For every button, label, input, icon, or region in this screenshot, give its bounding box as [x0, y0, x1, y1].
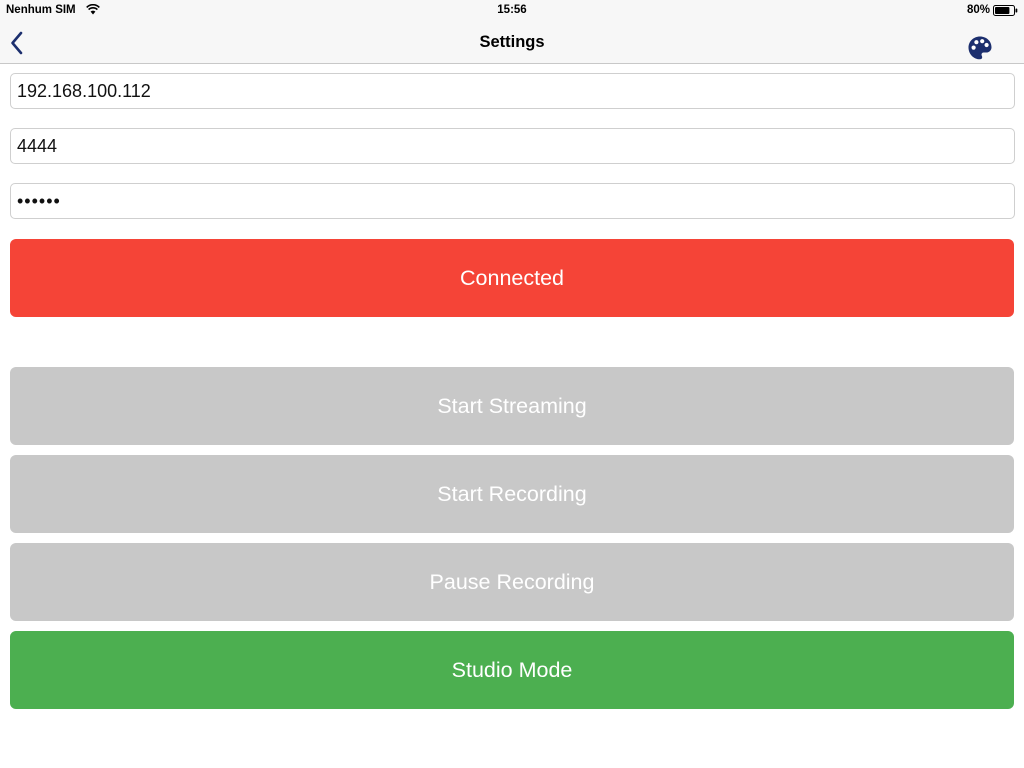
battery-icon — [993, 5, 1018, 16]
status-time: 15:56 — [497, 4, 527, 16]
status-bar: Nenhum SIM 15:56 80% — [0, 0, 1024, 22]
connection-button[interactable]: Connected — [10, 239, 1014, 317]
start-recording-button[interactable]: Start Recording — [10, 455, 1014, 533]
pause-recording-button[interactable]: Pause Recording — [10, 543, 1014, 621]
palette-icon — [968, 36, 992, 60]
start-streaming-button[interactable]: Start Streaming — [10, 367, 1014, 445]
page-title: Settings — [479, 33, 545, 51]
studio-mode-button[interactable]: Studio Mode — [10, 631, 1014, 709]
battery-percent: 80% — [966, 4, 990, 16]
navigation-bar: Settings — [0, 22, 1024, 64]
password-input[interactable] — [10, 183, 1015, 219]
port-input[interactable] — [10, 128, 1015, 164]
host-input[interactable] — [10, 73, 1015, 109]
top-bar: Nenhum SIM 15:56 80% Settings — [0, 0, 1024, 64]
theme-button[interactable] — [966, 34, 994, 62]
